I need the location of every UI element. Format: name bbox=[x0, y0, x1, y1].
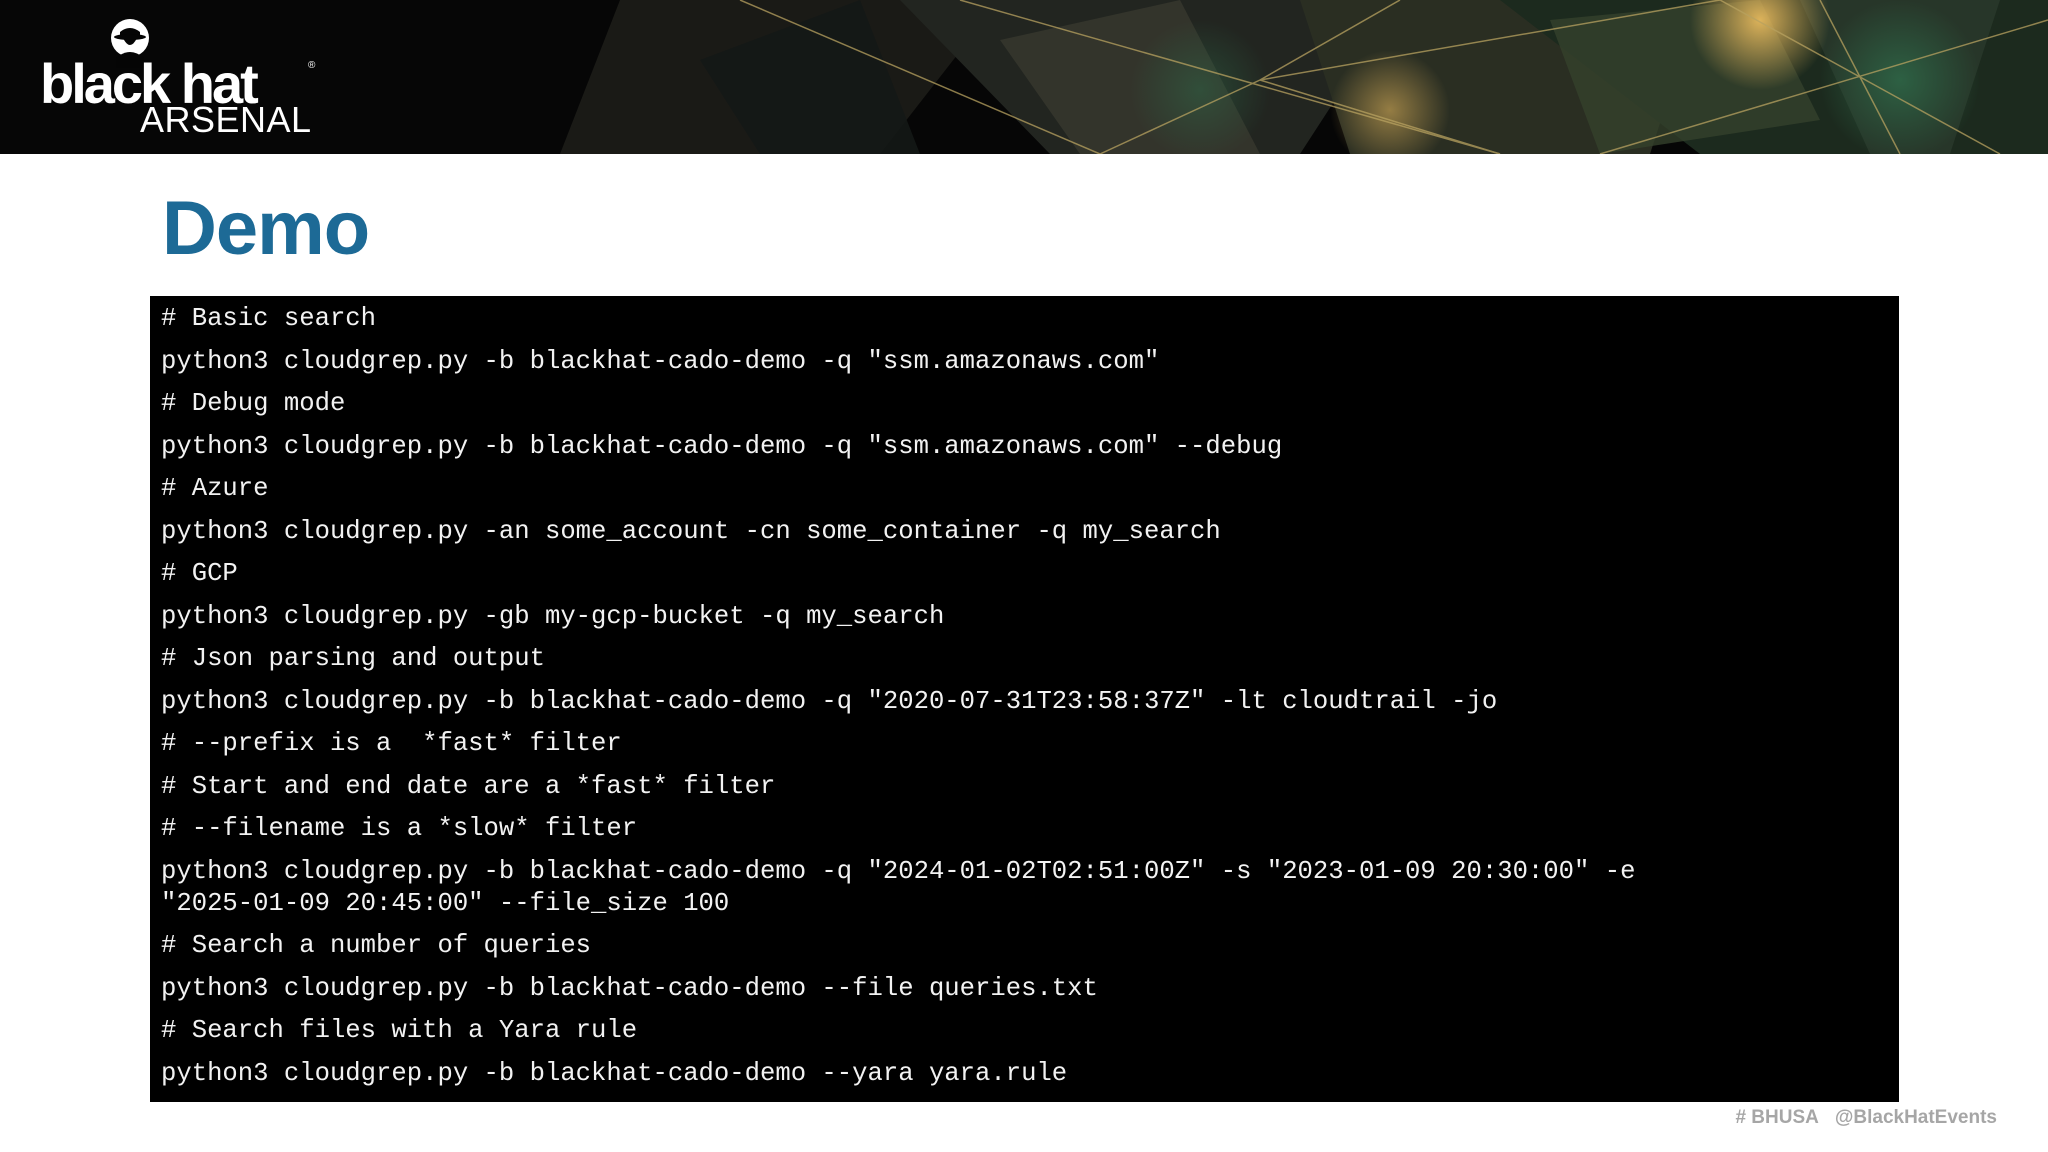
code-line: python3 cloudgrep.py -b blackhat-cado-de… bbox=[161, 856, 1636, 918]
code-line: python3 cloudgrep.py -an some_account -c… bbox=[161, 516, 1221, 546]
code-line: python3 cloudgrep.py -b blackhat-cado-de… bbox=[161, 686, 1498, 716]
logo-subtitle: ARSENAL bbox=[140, 99, 312, 140]
slide-title: Demo bbox=[162, 186, 370, 271]
code-line: # Debug mode bbox=[161, 389, 346, 418]
code-line: # --filename is a *slow* filter bbox=[161, 814, 638, 843]
footer-hashtag: # BHUSA bbox=[1735, 1107, 1819, 1128]
code-line: # Basic search bbox=[161, 304, 377, 333]
code-line: python3 cloudgrep.py -gb my-gcp-bucket -… bbox=[161, 601, 945, 631]
code-line: # GCP bbox=[161, 559, 238, 588]
code-line: python3 cloudgrep.py -b blackhat-cado-de… bbox=[161, 1058, 1068, 1088]
code-line: # Start and end date are a *fast* filter bbox=[161, 771, 776, 801]
code-line: # Search files with a Yara rule bbox=[161, 1016, 638, 1045]
black-hat-arsenal-logo: black hat ® ARSENAL bbox=[40, 18, 320, 140]
code-line: # Search a number of queries bbox=[161, 931, 592, 960]
footer-handle: @BlackHatEvents bbox=[1834, 1107, 1997, 1128]
header-banner: black hat ® ARSENAL bbox=[0, 0, 2048, 154]
code-line: python3 cloudgrep.py -b blackhat-cado-de… bbox=[161, 973, 1098, 1003]
code-line: # --prefix is a *fast* filter bbox=[161, 729, 622, 758]
code-line: python3 cloudgrep.py -b blackhat-cado-de… bbox=[161, 431, 1283, 461]
code-line: # Azure bbox=[161, 474, 269, 503]
footer-tags: # BHUSA @BlackHatEvents bbox=[1735, 1107, 1997, 1129]
code-block: # Basic search python3 cloudgrep.py -b b… bbox=[150, 296, 1899, 1102]
code-line: python3 cloudgrep.py -b blackhat-cado-de… bbox=[161, 346, 1160, 376]
code-line: # Json parsing and output bbox=[161, 644, 545, 673]
registered-mark: ® bbox=[308, 60, 316, 71]
